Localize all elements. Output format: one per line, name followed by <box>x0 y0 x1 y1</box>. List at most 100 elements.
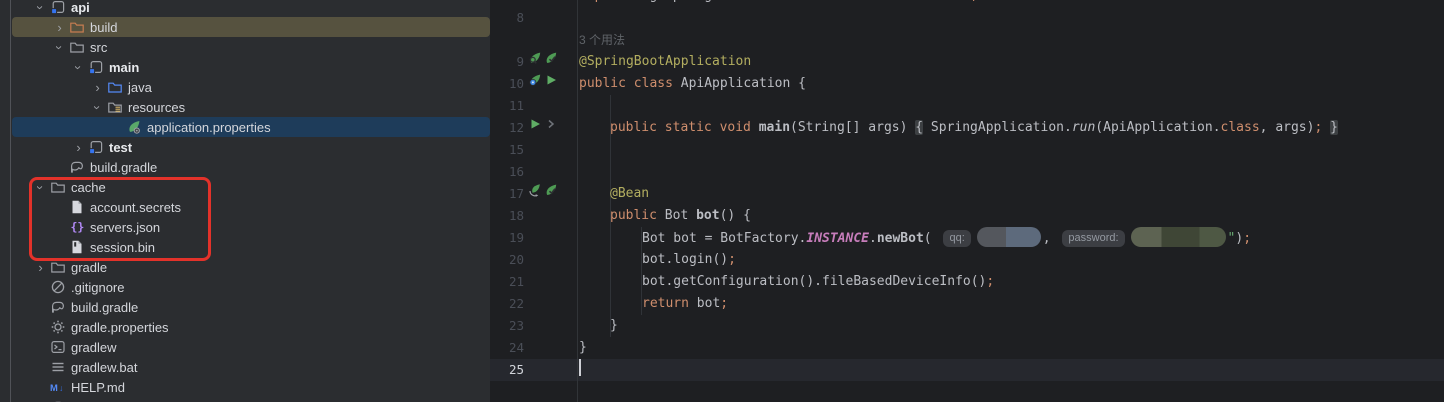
chevron-open-icon[interactable]: › <box>52 38 67 57</box>
line-number[interactable]: 22 <box>490 293 524 315</box>
tree-item-help.md[interactable]: M↓HELP.md <box>0 377 490 397</box>
leaf-check-icon[interactable] <box>544 51 558 73</box>
tree-item-gradlew.bat[interactable]: gradlew.bat <box>0 357 490 377</box>
tree-item-application.properties[interactable]: application.properties <box>0 117 490 137</box>
code-text[interactable]: Bot bot = BotFactory.INSTANCE.newBot( qq… <box>579 227 1251 250</box>
code-line-17[interactable]: 17 @Bean <box>490 183 1444 205</box>
line-number[interactable]: 10 <box>490 73 524 95</box>
code-text[interactable]: @Bean <box>579 183 649 205</box>
password-redaction-blur <box>1131 227 1226 247</box>
line-number[interactable]: 16 <box>490 161 524 183</box>
code-line-18[interactable]: 18 public Bot bot() { <box>490 205 1444 227</box>
leaf-gear-icon[interactable] <box>528 73 542 95</box>
line-number[interactable]: 11 <box>490 95 524 117</box>
tree-item-session.bin[interactable]: session.bin <box>0 237 490 257</box>
code-token: main <box>759 120 790 135</box>
line-number[interactable]: 9 <box>490 51 524 73</box>
parameter-inlay-hint[interactable]: qq: <box>943 230 970 247</box>
code-token: bot.login() <box>642 252 728 267</box>
line-number[interactable]: 21 <box>490 271 524 293</box>
code-line-23[interactable]: 23} <box>490 315 1444 337</box>
code-text[interactable]: } <box>579 315 618 337</box>
code-line-9[interactable]: 9 @SpringBootApplication <box>490 51 1444 73</box>
code-text[interactable]: 3 个用法 <box>579 29 625 52</box>
code-editor[interactable]: import org.springframework.context.annot… <box>490 0 1444 402</box>
code-line-25[interactable]: 25 <box>490 359 1444 381</box>
tree-item-label: test <box>109 140 132 155</box>
tree-item-servers.json[interactable]: {}servers.json <box>0 217 490 237</box>
code-text[interactable]: return bot; <box>579 293 728 315</box>
tree-item-resources[interactable]: ›resources <box>0 97 490 117</box>
chevron-open-icon[interactable]: › <box>33 0 48 17</box>
run-icon[interactable] <box>528 117 542 139</box>
code-text[interactable]: import org.springframework.context.annot… <box>579 0 978 7</box>
tree-item-gradlew[interactable]: gradlew <box>0 337 490 357</box>
tree-item-api[interactable]: ›api <box>0 0 490 17</box>
code-line-19[interactable]: 19 Bot bot = BotFactory.INSTANCE.newBot( … <box>490 227 1444 249</box>
chevron-open-icon[interactable]: › <box>90 98 105 117</box>
line-number[interactable]: 19 <box>490 227 524 249</box>
code-line-24[interactable]: 24} <box>490 337 1444 359</box>
tree-item-settings.gradle[interactable]: settings.gradle <box>0 397 490 402</box>
code-text[interactable] <box>579 359 581 381</box>
code-token: , <box>1043 231 1059 246</box>
tree-item-gradle[interactable]: ›gradle <box>0 257 490 277</box>
code-token: Bot <box>665 208 696 223</box>
fold-chevron-icon[interactable] <box>544 117 558 139</box>
line-number[interactable]: 15 <box>490 139 524 161</box>
tree-item-build.gradle[interactable]: build.gradle <box>0 297 490 317</box>
chevron-open-icon[interactable]: › <box>71 58 86 77</box>
chevron-closed-icon[interactable]: › <box>50 20 69 35</box>
tree-item-cache[interactable]: ›cache <box>0 177 490 197</box>
chevron-open-icon[interactable]: › <box>33 178 48 197</box>
code-token: public class <box>579 76 681 91</box>
line-number[interactable]: 23 <box>490 315 524 337</box>
code-line-16[interactable]: 16 <box>490 161 1444 183</box>
line-number[interactable]: 17 <box>490 183 524 205</box>
tree-item-.gitignore[interactable]: .gitignore <box>0 277 490 297</box>
line-number[interactable]: 8 <box>490 7 524 29</box>
bean-icon[interactable] <box>528 183 542 205</box>
tree-item-gradle.properties[interactable]: gradle.properties <box>0 317 490 337</box>
parameter-inlay-hint[interactable]: password: <box>1062 230 1124 247</box>
code-line-partial[interactable]: import org.springframework.context.annot… <box>490 0 1444 7</box>
module-icon <box>50 0 66 15</box>
line-number[interactable]: 18 <box>490 205 524 227</box>
svg-text:↓: ↓ <box>59 383 63 393</box>
tree-item-build.gradle[interactable]: build.gradle <box>0 157 490 177</box>
code-line-20[interactable]: 20 bot.login(); <box>490 249 1444 271</box>
code-text[interactable]: @SpringBootApplication <box>579 51 751 73</box>
code-line-8[interactable]: 8 <box>490 7 1444 29</box>
code-line-10[interactable]: 10 public class ApiApplication { <box>490 73 1444 95</box>
run-icon[interactable] <box>544 73 558 95</box>
chevron-closed-icon[interactable]: › <box>69 140 88 155</box>
code-line-12[interactable]: 12 public static void main(String[] args)… <box>490 117 1444 139</box>
code-line-22[interactable]: 22 return bot; <box>490 293 1444 315</box>
tree-item-account.secrets[interactable]: account.secrets <box>0 197 490 217</box>
leaf-search-icon[interactable] <box>528 51 542 73</box>
tree-item-main[interactable]: ›main <box>0 57 490 77</box>
line-number[interactable]: 25 <box>490 359 524 381</box>
tree-item-src[interactable]: ›src <box>0 37 490 57</box>
tree-item-test[interactable]: › test <box>0 137 490 157</box>
code-line-15[interactable]: 15 <box>490 139 1444 161</box>
project-tree-panel: ›api›build›src›main›java›resourcesapplic… <box>0 0 490 402</box>
code-text[interactable]: bot.login(); <box>579 249 736 271</box>
line-number[interactable]: 24 <box>490 337 524 359</box>
chevron-closed-icon[interactable]: › <box>31 260 50 275</box>
code-line-11[interactable]: 11 <box>490 95 1444 117</box>
code-text[interactable]: public Bot bot() { <box>579 205 751 227</box>
usages-inlay-hint[interactable]: 3 个用法 <box>579 33 625 47</box>
leaf-check-icon[interactable] <box>544 183 558 205</box>
code-line-21[interactable]: 21 bot.getConfiguration().fileBasedDevice… <box>490 271 1444 293</box>
code-text[interactable]: public static void main(String[] args) {… <box>579 117 1338 139</box>
tree-item-java[interactable]: ›java <box>0 77 490 97</box>
tree-item-build[interactable]: ›build <box>0 17 490 37</box>
line-number[interactable]: 12 <box>490 117 524 139</box>
code-text[interactable]: } <box>579 337 587 359</box>
code-text[interactable]: bot.getConfiguration().fileBasedDeviceIn… <box>579 271 994 293</box>
code-text[interactable]: public class ApiApplication { <box>579 73 806 95</box>
chevron-closed-icon[interactable]: › <box>88 80 107 95</box>
usages-hint-row[interactable]: 3 个用法 <box>490 29 1444 51</box>
line-number[interactable]: 20 <box>490 249 524 271</box>
